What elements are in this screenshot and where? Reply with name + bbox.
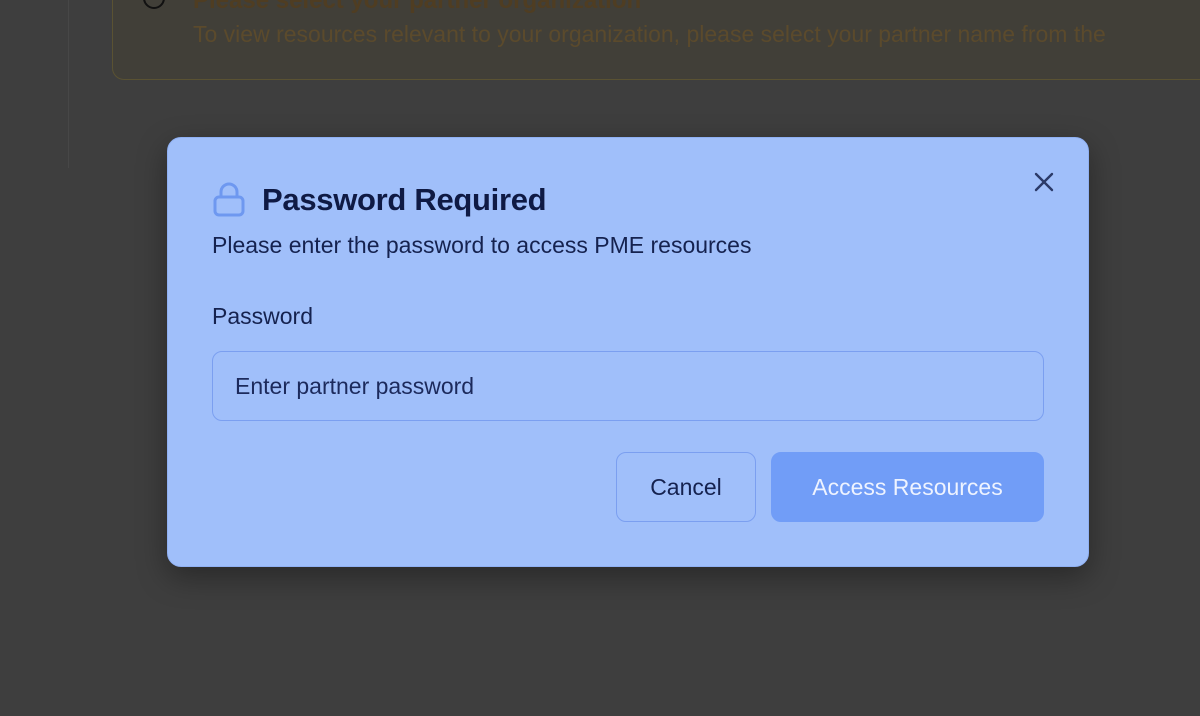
password-modal: Password Required Please enter the passw… [167, 137, 1089, 567]
access-resources-button[interactable]: Access Resources [771, 452, 1044, 522]
modal-header: Password Required [212, 182, 547, 218]
close-icon [1034, 172, 1054, 192]
close-button[interactable] [1030, 168, 1058, 196]
partner-notice-banner: Please select your partner organization … [112, 0, 1200, 80]
sidebar-divider [68, 0, 69, 168]
page: Please select your partner organization … [0, 0, 1200, 716]
password-input[interactable] [212, 351, 1044, 421]
lock-icon [213, 182, 245, 217]
modal-title: Password Required [262, 182, 547, 217]
cancel-button[interactable]: Cancel [616, 452, 756, 522]
modal-subtitle: Please enter the password to access PME … [212, 232, 752, 258]
password-label: Password [212, 303, 313, 329]
notice-title: Please select your partner organization [193, 0, 642, 14]
info-circle-icon [143, 0, 165, 9]
notice-text: To view resources relevant to your organ… [193, 21, 1106, 47]
